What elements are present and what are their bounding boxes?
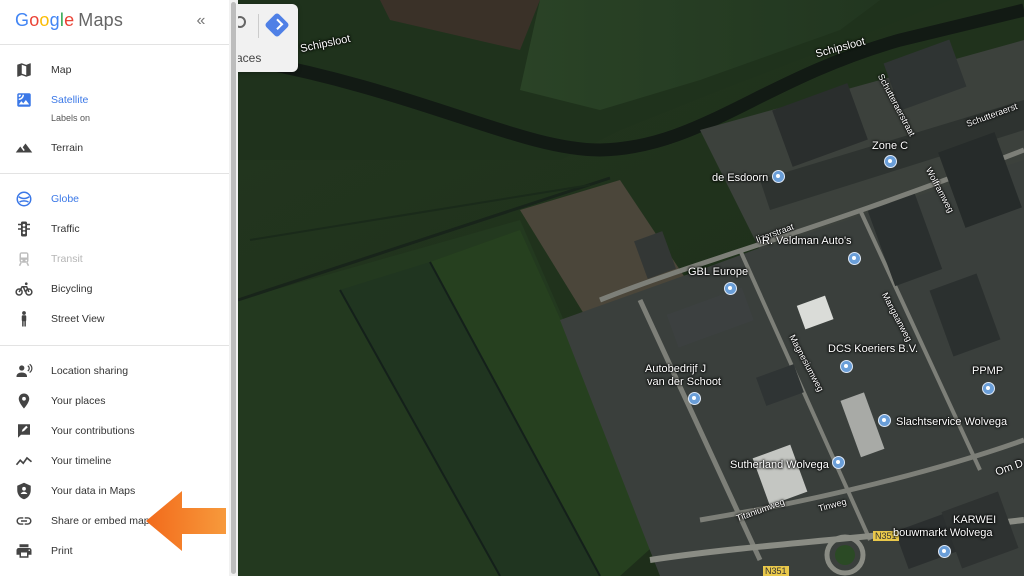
poi-label[interactable]: R. Veldman Auto's bbox=[762, 235, 852, 247]
menu-item-label: Print bbox=[51, 545, 73, 557]
menu-item-bicycling[interactable]: Bicycling bbox=[0, 274, 229, 304]
menu-item-satellite[interactable]: Satellite bbox=[0, 85, 229, 115]
menu-scrollbar[interactable] bbox=[229, 0, 238, 576]
labels-toggle[interactable]: Labels on bbox=[51, 113, 90, 123]
poi-pin-icon[interactable] bbox=[840, 360, 853, 373]
search-suggestion[interactable]: aces bbox=[236, 51, 261, 65]
scrollbar-thumb[interactable] bbox=[231, 2, 236, 574]
menu-item-label: Your timeline bbox=[51, 455, 112, 467]
orange-arrow-icon bbox=[146, 491, 226, 551]
menu-item-label: Your places bbox=[51, 395, 106, 407]
poi-label[interactable]: Zone C bbox=[872, 140, 908, 152]
divider bbox=[0, 345, 229, 346]
menu-item-label: Bicycling bbox=[51, 283, 93, 295]
menu-item-label: Location sharing bbox=[51, 365, 129, 377]
menu-item-label: Share or embed map bbox=[51, 515, 150, 527]
menu-item-label: Traffic bbox=[51, 223, 80, 235]
globe-icon bbox=[15, 190, 33, 208]
contributions-icon bbox=[15, 422, 33, 440]
search-divider bbox=[258, 14, 259, 38]
poi-label[interactable]: Slachtservice Wolvega bbox=[896, 416, 1007, 428]
google-maps-logo: Google Maps bbox=[15, 10, 123, 31]
menu-item-terrain[interactable]: Terrain bbox=[0, 133, 229, 163]
terrain-icon bbox=[15, 139, 33, 157]
divider bbox=[0, 173, 229, 174]
menu-item-your-places[interactable]: Your places bbox=[0, 386, 229, 416]
timeline-icon bbox=[15, 452, 33, 470]
shield-person-icon bbox=[15, 482, 33, 500]
poi-pin-icon[interactable] bbox=[878, 414, 891, 427]
poi-pin-icon[interactable] bbox=[884, 155, 897, 168]
menu-item-street-view[interactable]: Street View bbox=[0, 304, 229, 334]
menu-item-label: Your contributions bbox=[51, 425, 135, 437]
menu-item-traffic[interactable]: Traffic bbox=[0, 214, 229, 244]
menu-item-label: Globe bbox=[51, 193, 80, 205]
poi-label[interactable]: Autobedrijf J bbox=[645, 363, 706, 375]
satellite-icon bbox=[15, 91, 33, 109]
printer-icon bbox=[15, 542, 33, 560]
divider bbox=[0, 44, 229, 45]
menu-item-label: Transit bbox=[51, 253, 83, 265]
link-icon bbox=[15, 512, 33, 530]
poi-pin-icon[interactable] bbox=[688, 392, 701, 405]
poi-label[interactable]: GBL Europe bbox=[688, 266, 748, 278]
menu-item-label: Terrain bbox=[51, 142, 84, 154]
menu-item-label: Satellite bbox=[51, 94, 89, 106]
poi-label[interactable]: de Esdoorn bbox=[712, 172, 768, 184]
menu-item-your-timeline[interactable]: Your timeline bbox=[0, 446, 229, 476]
poi-pin-icon[interactable] bbox=[938, 545, 951, 558]
map-icon bbox=[15, 61, 33, 79]
bicycle-icon bbox=[15, 280, 33, 298]
poi-pin-icon[interactable] bbox=[724, 282, 737, 295]
poi-label[interactable]: van der Schoot bbox=[647, 376, 721, 388]
menu-item-globe[interactable]: Globe bbox=[0, 184, 229, 214]
poi-label[interactable]: bouwmarkt Wolvega bbox=[893, 527, 992, 539]
directions-icon[interactable] bbox=[264, 12, 290, 38]
poi-pin-icon[interactable] bbox=[832, 456, 845, 469]
menu-item-your-contributions[interactable]: Your contributions bbox=[0, 416, 229, 446]
poi-pin-icon[interactable] bbox=[772, 170, 785, 183]
menu-item-label: Map bbox=[51, 64, 72, 76]
location-sharing-icon bbox=[15, 362, 33, 380]
menu-item-transit[interactable]: Transit bbox=[0, 244, 229, 274]
side-menu: Google Maps « Map Satellite Labels on Ter… bbox=[0, 0, 229, 576]
menu-item-label: Your data in Maps bbox=[51, 485, 136, 497]
brand-wordmark: Google bbox=[15, 10, 75, 30]
pegman-icon bbox=[15, 310, 33, 328]
poi-label[interactable]: PPMP bbox=[972, 365, 1003, 377]
place-pin-icon bbox=[15, 392, 33, 410]
menu-item-label: Street View bbox=[51, 313, 105, 325]
poi-label[interactable]: DCS Koeriers B.V. bbox=[828, 343, 918, 355]
traffic-icon bbox=[15, 220, 33, 238]
transit-icon bbox=[15, 250, 33, 268]
poi-pin-icon[interactable] bbox=[982, 382, 995, 395]
road-number-badge: N351 bbox=[763, 566, 789, 576]
poi-pin-icon[interactable] bbox=[848, 252, 861, 265]
menu-header: Google Maps « bbox=[0, 0, 229, 44]
menu-item-location-sharing[interactable]: Location sharing bbox=[0, 356, 229, 386]
collapse-menu-icon[interactable]: « bbox=[192, 12, 210, 30]
product-name: Maps bbox=[78, 10, 124, 30]
poi-label[interactable]: Sutherland Wolvega bbox=[730, 459, 829, 471]
poi-label[interactable]: KARWEI bbox=[953, 514, 996, 526]
menu-item-map[interactable]: Map bbox=[0, 55, 229, 85]
